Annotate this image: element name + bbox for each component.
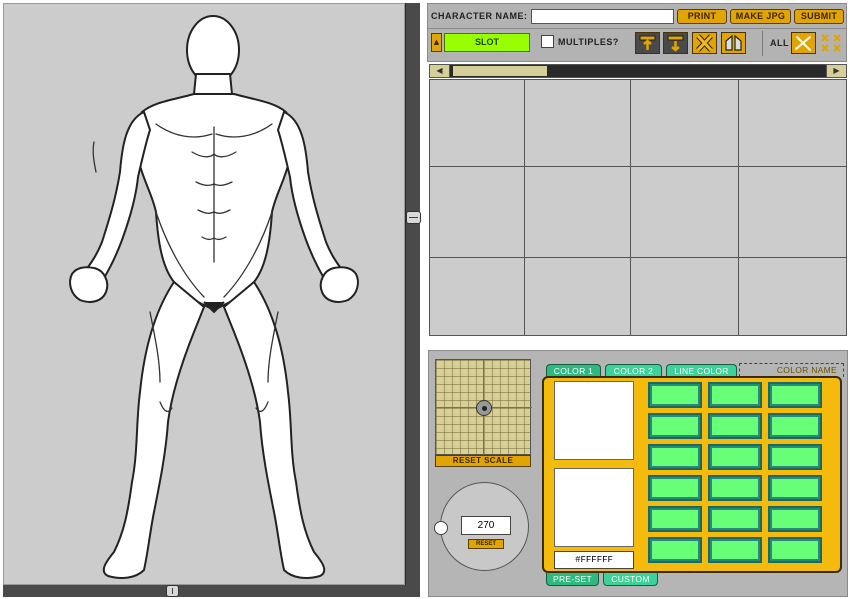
tab-custom[interactable]: CUSTOM — [603, 573, 658, 586]
scale-pad[interactable] — [435, 359, 532, 456]
rotation-handle[interactable] — [434, 521, 448, 535]
rotation-dial[interactable]: 270 RESET — [434, 482, 529, 571]
color-name-label: COLOR NAME — [739, 363, 844, 377]
reset-scale-button[interactable]: RESET SCALE — [435, 455, 531, 467]
rotation-reset-button[interactable]: RESET — [468, 539, 504, 549]
slot-scrollbar[interactable]: ◀ ▶ — [429, 64, 847, 78]
layer-up-icon — [639, 35, 656, 50]
character-name-input[interactable] — [531, 9, 674, 24]
mirror-button[interactable] — [721, 32, 746, 54]
layer-down-icon — [667, 35, 684, 52]
scale-handle[interactable] — [476, 400, 492, 416]
slot-cell[interactable] — [430, 258, 525, 335]
hex-color-field[interactable]: #FFFFFF — [554, 551, 634, 569]
palette-swatch[interactable] — [648, 444, 702, 470]
palette-swatch[interactable] — [768, 382, 822, 408]
palette-swatch[interactable] — [708, 537, 762, 563]
palette-swatch[interactable] — [648, 506, 702, 532]
palette-swatch[interactable] — [648, 382, 702, 408]
palette-swatch[interactable] — [768, 444, 822, 470]
palette-swatch[interactable] — [768, 475, 822, 501]
palette-swatch[interactable] — [708, 382, 762, 408]
multiples-checkbox[interactable] — [541, 35, 554, 48]
slot-cell[interactable] — [739, 167, 846, 258]
slot-cell[interactable] — [631, 167, 739, 258]
slot-scroll-right-button[interactable]: ▶ — [826, 65, 846, 77]
palette-swatch[interactable] — [768, 506, 822, 532]
slot-cell[interactable] — [430, 167, 525, 258]
character-canvas[interactable] — [3, 3, 405, 585]
slot-grid — [429, 79, 847, 336]
canvas-horizontal-scrollbar[interactable] — [3, 585, 406, 597]
scatter-button[interactable] — [791, 32, 816, 54]
multiples-label: MULTIPLES? — [558, 37, 619, 47]
all-label: ALL — [770, 38, 789, 48]
mirror-icon — [725, 34, 742, 51]
slot-cell[interactable] — [525, 258, 631, 335]
canvas-vertical-scrollbar[interactable] — [405, 3, 421, 597]
palette-swatch[interactable] — [648, 537, 702, 563]
top-toolbar: CHARACTER NAME: PRINT MAKE JPG SUBMIT ▲ … — [427, 3, 847, 62]
color-palette-panel: #FFFFFF — [542, 376, 842, 573]
palette-swatch[interactable] — [648, 475, 702, 501]
slot-scroll-left-button[interactable]: ◀ — [430, 65, 450, 77]
slot-scroll-thumb[interactable] — [453, 66, 547, 76]
character-name-label: CHARACTER NAME: — [431, 11, 528, 21]
toolbar-divider — [428, 28, 846, 29]
slot-cell[interactable] — [739, 80, 846, 167]
layer-down-button[interactable] — [663, 32, 688, 54]
make-jpg-button[interactable]: MAKE JPG — [730, 9, 791, 24]
delete-x-icon — [696, 34, 713, 52]
submit-button[interactable]: SUBMIT — [794, 9, 844, 24]
slot-cell[interactable] — [525, 167, 631, 258]
app-window: CHARACTER NAME: PRINT MAKE JPG SUBMIT ▲ … — [0, 0, 850, 599]
slot-cell[interactable] — [631, 80, 739, 167]
palette-swatch[interactable] — [648, 413, 702, 439]
slot-prev-button[interactable]: ▲ — [431, 33, 442, 52]
properties-panel: RESET SCALE 270 RESET COLOR 1 COLOR 2 LI… — [428, 350, 848, 597]
scatter-icon — [795, 36, 811, 51]
palette-swatch[interactable] — [708, 444, 762, 470]
base-figure-drawing — [69, 15, 359, 579]
slot-cell[interactable] — [631, 258, 739, 335]
palette-swatch[interactable] — [708, 506, 762, 532]
tab-preset[interactable]: PRE-SET — [546, 573, 599, 586]
palette-swatch[interactable] — [768, 413, 822, 439]
rotation-angle-field[interactable]: 270 — [461, 516, 511, 535]
palette-swatch[interactable] — [708, 413, 762, 439]
layer-up-button[interactable] — [635, 32, 660, 54]
toolbar-separator — [762, 31, 763, 56]
primary-color-swatch[interactable] — [554, 381, 634, 460]
delete-button[interactable] — [692, 32, 717, 54]
slot-cell[interactable] — [430, 80, 525, 167]
secondary-color-swatch[interactable] — [554, 468, 634, 547]
palette-swatch[interactable] — [708, 475, 762, 501]
slot-button[interactable]: SLOT — [444, 33, 530, 52]
arrange-grid-button[interactable] — [819, 32, 844, 54]
slot-cell[interactable] — [739, 258, 846, 335]
slot-cell[interactable] — [525, 80, 631, 167]
palette-grid — [648, 382, 828, 563]
horizontal-scroll-thumb[interactable] — [166, 585, 179, 597]
palette-swatch[interactable] — [768, 537, 822, 563]
vertical-scroll-thumb[interactable] — [406, 211, 421, 224]
grid-icon — [821, 34, 841, 52]
print-button[interactable]: PRINT — [677, 9, 727, 24]
